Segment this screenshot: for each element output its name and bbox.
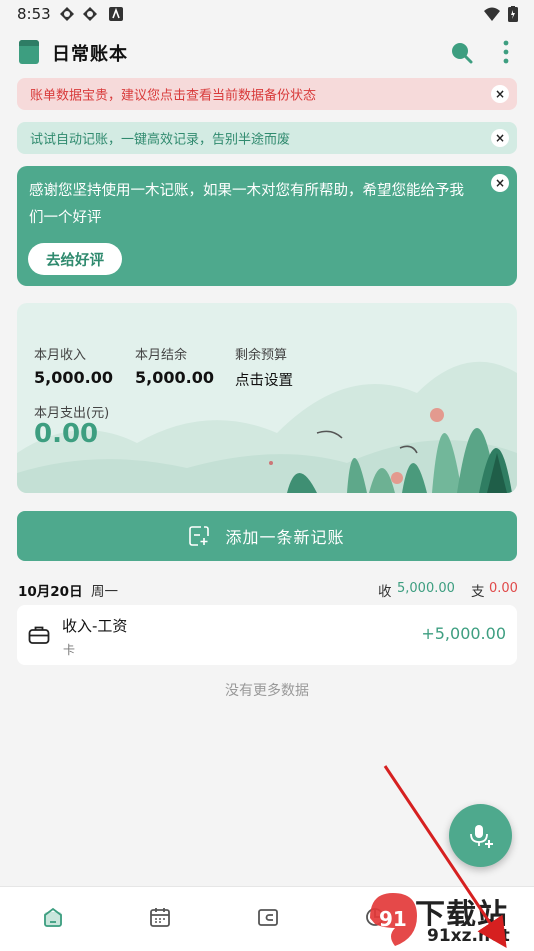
watermark-url: 91xz.net — [425, 926, 512, 946]
record-amount: +5,000.00 — [421, 624, 506, 643]
wallet-icon[interactable] — [256, 905, 280, 929]
search-icon[interactable] — [449, 39, 473, 65]
text-notification-icon — [109, 7, 123, 21]
auto-record-notice-text: 试试自动记账，一键高效记录，告别半途而废 — [30, 132, 291, 148]
briefcase-icon — [28, 626, 50, 644]
backup-notice-text: 账单数据宝贵，建议您点击查看当前数据备份状态 — [30, 88, 317, 104]
auto-record-notice[interactable]: 试试自动记账，一键高效记录，告别半途而废 × — [17, 122, 517, 154]
record-account: 卡 — [63, 643, 76, 657]
day-expense-label: 支 — [471, 584, 485, 600]
balance-value: 5,000.00 — [135, 368, 214, 387]
budget-set-link[interactable]: 点击设置 — [235, 369, 293, 390]
income-label: 本月收入 — [34, 348, 87, 363]
day-date: 10月20日 — [18, 584, 83, 600]
status-time: 8:53 — [17, 5, 51, 23]
close-icon[interactable]: × — [491, 85, 509, 103]
status-bar: 8:53 — [0, 0, 534, 28]
add-note-icon — [189, 526, 210, 546]
microphone-add-icon — [469, 824, 493, 848]
expense-value: 0.00 — [34, 419, 99, 449]
day-weekday: 周一 — [91, 584, 118, 600]
monthly-summary-card: 本月收入 5,000.00 本月结余 5,000.00 剩余预算 点击设置 本月… — [17, 303, 517, 493]
rating-card: 感谢您坚持使用一木记账，如果一木对您有所帮助，希望您能给予我们一个好评 去给好评… — [17, 166, 517, 286]
record-title: 收入-工资 — [62, 617, 128, 635]
record-row[interactable]: 收入-工资 卡 +5,000.00 — [17, 605, 517, 665]
close-icon[interactable]: × — [491, 129, 509, 147]
income-value: 5,000.00 — [34, 368, 113, 387]
balance-label: 本月结余 — [135, 348, 188, 363]
budget-label: 剩余预算 — [235, 348, 288, 363]
app-notification-icon — [83, 7, 97, 21]
backup-notice[interactable]: 账单数据宝贵，建议您点击查看当前数据备份状态 × — [17, 78, 517, 110]
plant-illustration — [17, 361, 517, 493]
more-options-icon[interactable] — [496, 39, 516, 65]
site-watermark: 91 下载站 91xz.net — [365, 888, 534, 950]
home-icon[interactable] — [41, 905, 65, 929]
wifi-icon — [484, 7, 500, 21]
close-icon[interactable]: × — [491, 174, 509, 192]
rating-card-text: 感谢您坚持使用一木记账，如果一木对您有所帮助，希望您能给予我们一个好评 — [29, 183, 464, 226]
calendar-icon[interactable] — [148, 905, 172, 929]
battery-icon — [508, 6, 518, 22]
no-more-data: 没有更多数据 — [225, 683, 309, 699]
watermark-logo-text: 91 — [379, 907, 407, 931]
page-title: 日常账本 — [52, 44, 128, 65]
add-record-label: 添加一条新记账 — [225, 528, 345, 547]
day-expense-value: 0.00 — [489, 581, 518, 596]
app-logo — [19, 40, 39, 64]
app-notification-icon — [60, 7, 74, 21]
day-income-label: 收 — [378, 584, 392, 600]
add-record-button[interactable]: 添加一条新记账 — [17, 511, 517, 561]
day-income-value: 5,000.00 — [397, 581, 455, 596]
rate-button[interactable]: 去给好评 — [28, 243, 122, 275]
voice-record-button[interactable] — [449, 804, 512, 867]
